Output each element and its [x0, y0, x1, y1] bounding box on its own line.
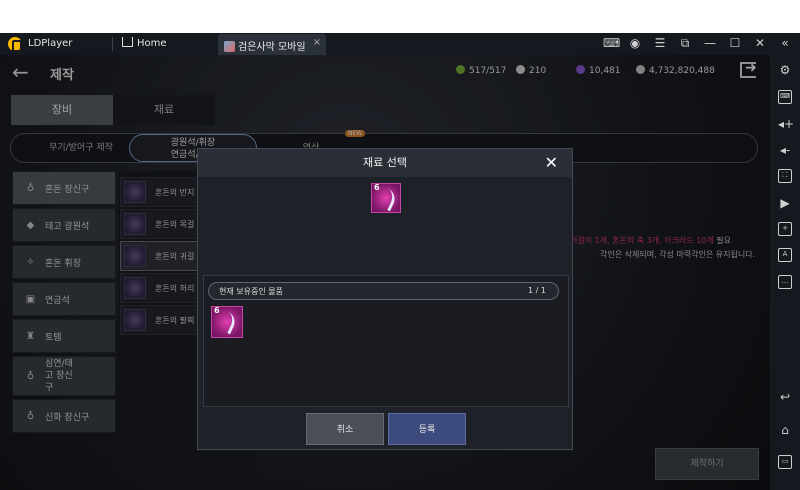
collapse-sidebar-icon[interactable]: « [778, 36, 792, 51]
emulator-window: LDPlayer Home 검은사막 모바일 × ⌨ ◉ ☰ ⧉ — ☐ ✕ «… [0, 0, 800, 490]
material-select-modal: 재료 선택 ✕ 6 현재 보유중인 물품 1 / 1 6 취소 등록 [197, 148, 573, 450]
close-tab-icon[interactable]: × [313, 37, 321, 48]
close-icon[interactable]: ✕ [545, 153, 558, 173]
volume-up-icon[interactable]: ◂+ [778, 117, 794, 131]
owned-items-header: 현재 보유중인 물품 1 / 1 [208, 282, 559, 300]
gamepad-icon[interactable]: ⌨ [603, 36, 620, 51]
game-tab-label: 검은사막 모바일 [238, 42, 306, 53]
add-icon[interactable]: + [778, 222, 792, 236]
keyboard-icon[interactable]: ⌨ [778, 90, 792, 104]
app-name: LDPlayer [28, 38, 73, 49]
home-nav-icon[interactable]: ⌂ [778, 423, 792, 437]
record-icon[interactable]: ▶ [778, 196, 792, 210]
slot-level: 6 [214, 306, 220, 315]
pin-icon[interactable]: ⧉ [678, 36, 692, 51]
close-window-icon[interactable]: ✕ [753, 36, 767, 51]
window-controls: ⌨ ◉ ☰ ⧉ — ☐ ✕ « [603, 36, 792, 51]
selected-material-slot[interactable]: 6 [371, 183, 401, 213]
volume-down-icon[interactable]: ◂- [778, 143, 792, 157]
recent-apps-icon[interactable]: ▭ [778, 455, 792, 469]
home-tab-label: Home [137, 38, 167, 49]
game-tab[interactable]: 검은사막 모바일 × [218, 34, 326, 55]
apk-icon[interactable]: A [778, 248, 792, 262]
emulator-sidebar: ⚙ ⌨ ◂+ ◂- ⛶ ▶ + A … ↩ ⌂ ▭ [770, 55, 800, 490]
game-app-icon [224, 41, 235, 52]
menu-icon[interactable]: ☰ [653, 36, 667, 51]
owned-count: 1 / 1 [528, 286, 546, 295]
titlebar-divider [112, 37, 113, 51]
maximize-icon[interactable]: ☐ [728, 36, 742, 51]
account-icon[interactable]: ◉ [628, 36, 642, 51]
owned-label: 현재 보유중인 물품 [219, 287, 283, 296]
ldplayer-logo-icon [8, 37, 22, 52]
back-icon[interactable]: ↩ [778, 390, 792, 404]
more-icon[interactable]: … [778, 275, 792, 289]
modal-title: 재료 선택 [198, 149, 572, 177]
minimize-icon[interactable]: — [703, 36, 717, 51]
screenshot-icon[interactable]: ⛶ [778, 169, 792, 183]
emulator-titlebar: LDPlayer Home 검은사막 모바일 × ⌨ ◉ ☰ ⧉ — ☐ ✕ « [0, 33, 800, 55]
game-screen: ← 제작 517/517 210 10,481 4,732,820,488 장비… [0, 55, 770, 490]
register-button[interactable]: 등록 [388, 413, 466, 445]
slot-level: 6 [374, 183, 380, 192]
owned-item-slot[interactable]: 6 [211, 306, 243, 338]
settings-icon[interactable]: ⚙ [778, 63, 792, 77]
home-tab[interactable]: Home [122, 37, 167, 49]
cancel-button[interactable]: 취소 [306, 413, 384, 445]
home-icon [122, 37, 133, 47]
